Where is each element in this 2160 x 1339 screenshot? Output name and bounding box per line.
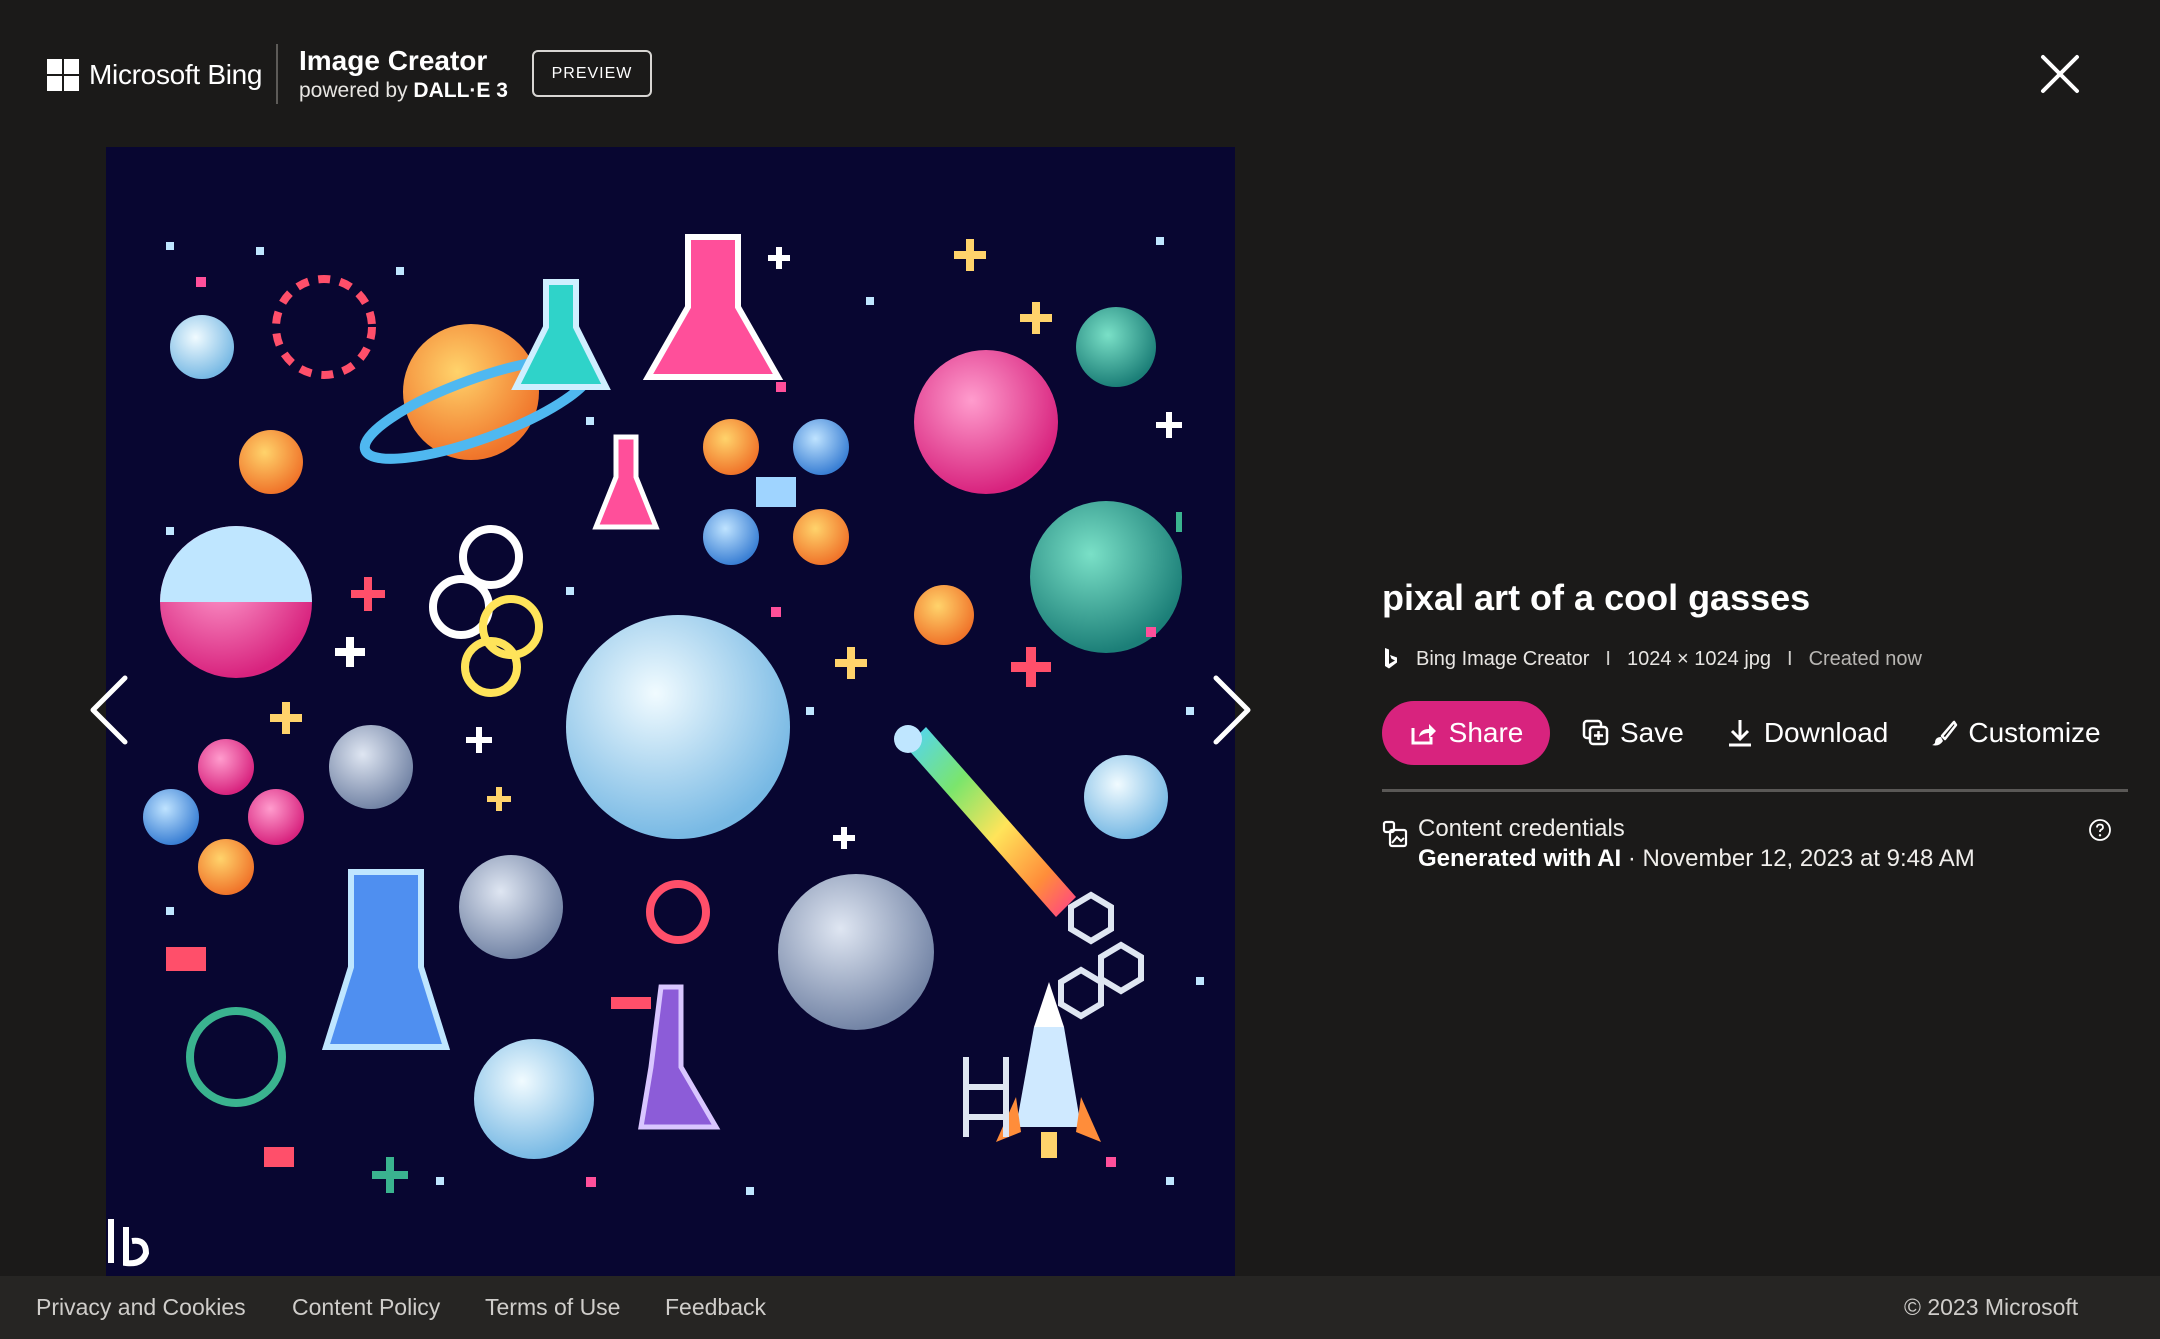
copyright: © 2023 Microsoft xyxy=(1904,1294,2079,1320)
image-created: Created now xyxy=(1808,647,1922,670)
close-button[interactable] xyxy=(2032,46,2088,102)
content-credentials: Content credentials Generated with AI · … xyxy=(1382,814,2128,874)
next-image-button[interactable] xyxy=(1204,670,1260,750)
image-title: pixal art of a cool gasses xyxy=(1382,577,1811,618)
download-label: Download xyxy=(1763,717,1889,748)
customize-label: Customize xyxy=(1968,717,2101,748)
download-icon xyxy=(1728,720,1751,747)
powered-by-prefix: powered by xyxy=(299,79,408,102)
share-button[interactable]: Share xyxy=(1382,701,1550,765)
microsoft-bing-logo[interactable]: Microsoft Bing xyxy=(47,44,263,106)
image-details-panel: pixal art of a cool gasses Bing Image Cr… xyxy=(1382,570,2128,874)
brush-icon xyxy=(1932,720,1958,746)
section-divider xyxy=(1382,789,2128,792)
generated-image[interactable] xyxy=(106,147,1235,1276)
chevron-left-icon xyxy=(90,675,128,745)
content-credentials-label: Content credentials xyxy=(1418,815,1625,842)
image-source: Bing Image Creator xyxy=(1416,647,1590,670)
meta-separator: I xyxy=(1787,647,1793,670)
footer-link-feedback[interactable]: Feedback xyxy=(665,1294,766,1321)
product-title: Image Creator xyxy=(299,45,488,76)
image-meta: Bing Image Creator I 1024 × 1024 jpg I C… xyxy=(1382,644,2128,674)
powered-by-model: DALL·E 3 xyxy=(413,79,508,102)
footer-link-content-policy[interactable]: Content Policy xyxy=(292,1294,440,1321)
preview-badge: PREVIEW xyxy=(532,50,652,97)
product-subtitle: powered by DALL·E 3 xyxy=(299,78,508,104)
footer-link-terms[interactable]: Terms of Use xyxy=(485,1294,620,1321)
content-credentials-icon xyxy=(1382,820,1408,848)
save-collection-icon xyxy=(1582,719,1609,746)
meta-separator: I xyxy=(1605,647,1611,670)
previous-image-button[interactable] xyxy=(81,670,137,750)
generated-with-ai: Generated with AI xyxy=(1418,845,1622,872)
pixel-art-image xyxy=(108,234,1204,1267)
bing-watermark-icon xyxy=(123,1227,150,1267)
help-icon[interactable] xyxy=(2088,818,2112,842)
brand-name: Microsoft Bing xyxy=(89,59,263,90)
save-label: Save xyxy=(1620,717,1684,748)
bing-icon xyxy=(1385,648,1397,669)
image-creator-viewer: Microsoft Bing Image Creator powered by … xyxy=(0,0,2160,1339)
product-heading[interactable]: Image Creator powered by DALL·E 3 xyxy=(299,44,508,104)
footer: Privacy and Cookies Content Policy Terms… xyxy=(0,1276,2160,1339)
save-button[interactable]: Save xyxy=(1582,717,1684,749)
share-label: Share xyxy=(1448,717,1524,748)
image-size: 1024 × 1024 jpg xyxy=(1626,647,1772,670)
download-button[interactable]: Download xyxy=(1726,717,1889,749)
microsoft-logo-icon xyxy=(47,59,79,91)
generated-date: · November 12, 2023 at 9:48 AM xyxy=(1621,845,1975,872)
action-bar: Share Save Download Customize xyxy=(1382,701,2128,765)
header-divider xyxy=(276,44,278,104)
close-icon xyxy=(2041,55,2079,93)
footer-link-privacy[interactable]: Privacy and Cookies xyxy=(36,1294,246,1321)
content-credentials-detail: Generated with AI · November 12, 2023 at… xyxy=(1418,844,1975,874)
chevron-right-icon xyxy=(1213,675,1251,745)
share-icon xyxy=(1411,724,1436,745)
customize-button[interactable]: Customize xyxy=(1930,717,2101,749)
